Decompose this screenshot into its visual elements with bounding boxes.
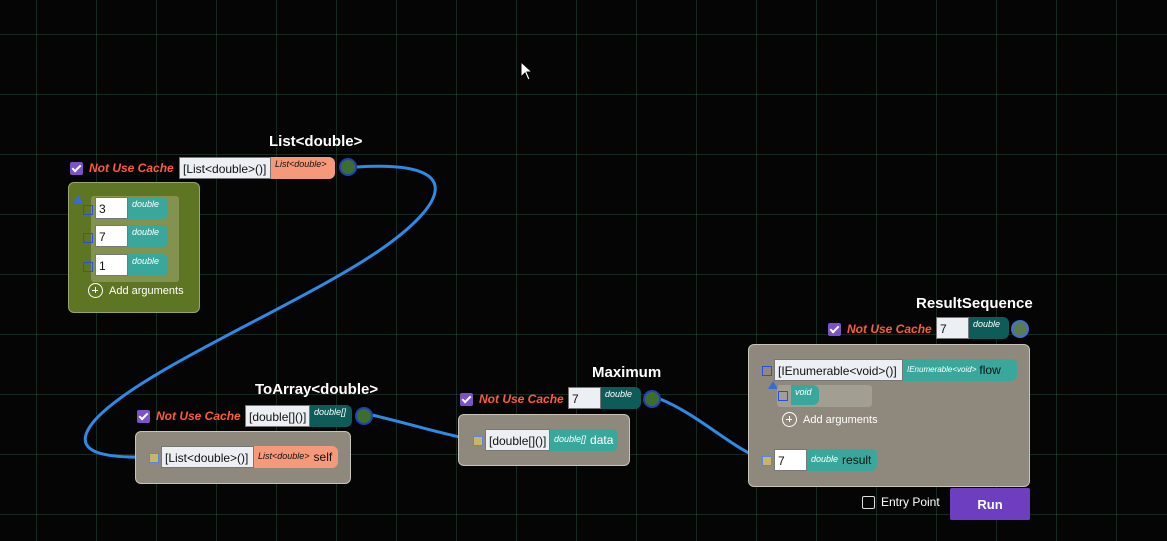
add-arguments-label: Add arguments	[803, 413, 878, 426]
result-input-type: double	[811, 454, 839, 464]
entry-point-label: Entry Point	[881, 495, 940, 509]
data-input-port-icon[interactable]	[473, 436, 483, 446]
maximum-node-title: Maximum	[592, 364, 662, 381]
arg-input-port-icon[interactable]	[83, 262, 93, 272]
flow-input-port-icon[interactable]	[762, 366, 772, 376]
flow-input-type: IEnumerable<void>	[907, 365, 977, 374]
cache-label: Not Use Cache	[479, 392, 564, 406]
toarray-node-output-port-icon[interactable]	[355, 407, 373, 425]
arg-type-tag: double	[128, 225, 168, 247]
arg-row: 7 double	[95, 225, 168, 247]
arg-value[interactable]: 7	[95, 225, 128, 247]
maximum-node-output-port-icon[interactable]	[643, 390, 661, 408]
plus-circle-icon	[782, 412, 797, 427]
data-input-value[interactable]: [double[]()]	[485, 429, 550, 451]
self-input-type: List<double>	[258, 451, 310, 461]
result-input-port-icon[interactable]	[762, 456, 772, 466]
result-node-value[interactable]: 7	[936, 317, 969, 339]
list-node-output: [List<double>()] List<double>	[179, 157, 335, 179]
arg-row: 3 double	[95, 197, 168, 219]
arg-row: 1 double	[95, 254, 168, 276]
checkbox-icon[interactable]	[70, 161, 83, 175]
plus-circle-icon	[88, 283, 103, 298]
flow-input-name: flow	[979, 363, 1001, 377]
maximum-node-cache-row: Not Use Cache	[460, 388, 564, 410]
entry-point-toggle[interactable]: Entry Point	[862, 495, 940, 509]
run-button[interactable]: Run	[950, 488, 1030, 520]
arg-value[interactable]: 1	[95, 254, 128, 276]
arg-input-port-icon[interactable]	[83, 205, 93, 215]
result-node-cache-row: Not Use Cache	[828, 318, 932, 340]
list-node-value[interactable]: [List<double>()]	[179, 157, 271, 179]
cache-label: Not Use Cache	[89, 161, 174, 175]
cache-label: Not Use Cache	[156, 409, 241, 423]
data-input-name: data	[590, 433, 614, 447]
flow-input-type-row: IEnumerable<void> flow	[903, 359, 1017, 381]
list-node-output-port-icon[interactable]	[339, 158, 357, 176]
void-type-tag: void	[791, 385, 819, 405]
result-input-type-row: double result	[807, 449, 877, 471]
self-input-name: self	[313, 450, 333, 464]
result-node-output: 7 double	[936, 317, 1009, 339]
self-input-port-icon[interactable]	[149, 453, 159, 463]
data-input-type-row: double[] data	[550, 429, 618, 451]
list-node-type-tag: List<double>	[271, 157, 335, 179]
self-input-value[interactable]: [List<double>()]	[161, 446, 254, 468]
self-input-row: [List<double>()] List<double> self	[161, 446, 338, 468]
self-input-type-row: List<double> self	[254, 446, 338, 468]
checkbox-icon[interactable]	[460, 392, 473, 406]
void-type-tag-wrap: void	[791, 385, 819, 407]
toarray-node-type-tag: double[]	[310, 405, 352, 427]
toarray-node-output: [double[]()] double[]	[245, 405, 352, 427]
arg-type-tag: double	[128, 197, 168, 219]
result-node-type-tag: double	[969, 317, 1009, 339]
list-node-title: List<double>	[269, 133, 363, 150]
arg-input-port-icon[interactable]	[83, 233, 93, 243]
data-input-row: [double[]()] double[] data	[485, 429, 618, 451]
entry-point-checkbox-icon[interactable]	[862, 495, 875, 509]
list-node-cache-row: Not Use Cache	[70, 157, 174, 179]
add-arguments-button[interactable]: Add arguments	[88, 283, 184, 298]
result-node-title: ResultSequence	[916, 295, 1033, 312]
maximum-node-type-tag: double	[601, 387, 641, 409]
result-input-name: result	[842, 453, 872, 467]
cache-label: Not Use Cache	[847, 322, 932, 336]
checkbox-icon[interactable]	[828, 322, 841, 336]
arg-value[interactable]: 3	[95, 197, 128, 219]
data-input-type: double[]	[554, 434, 587, 444]
toarray-node-title: ToArray<double>	[255, 381, 379, 398]
arg-type-tag: double	[128, 254, 168, 276]
add-arguments-button[interactable]: Add arguments	[782, 412, 878, 427]
checkbox-icon[interactable]	[137, 409, 150, 423]
add-arguments-label: Add arguments	[109, 284, 184, 297]
mouse-cursor-icon	[520, 61, 534, 81]
result-node-output-port-icon[interactable]	[1011, 320, 1029, 338]
maximum-node-value[interactable]: 7	[568, 387, 601, 409]
result-input-value[interactable]: 7	[774, 449, 807, 471]
toarray-node-cache-row: Not Use Cache	[137, 405, 241, 427]
collapse-triangle-icon[interactable]	[73, 195, 83, 203]
maximum-node-output: 7 double	[568, 387, 641, 409]
result-input-row: 7 double result	[774, 449, 877, 471]
flow-input-value[interactable]: [IEnumerable<void>()]	[774, 359, 903, 381]
toarray-node-value[interactable]: [double[]()]	[245, 405, 310, 427]
flow-input-row: [IEnumerable<void>()] IEnumerable<void> fl…	[774, 359, 1017, 381]
void-input-port-icon[interactable]	[778, 391, 788, 401]
